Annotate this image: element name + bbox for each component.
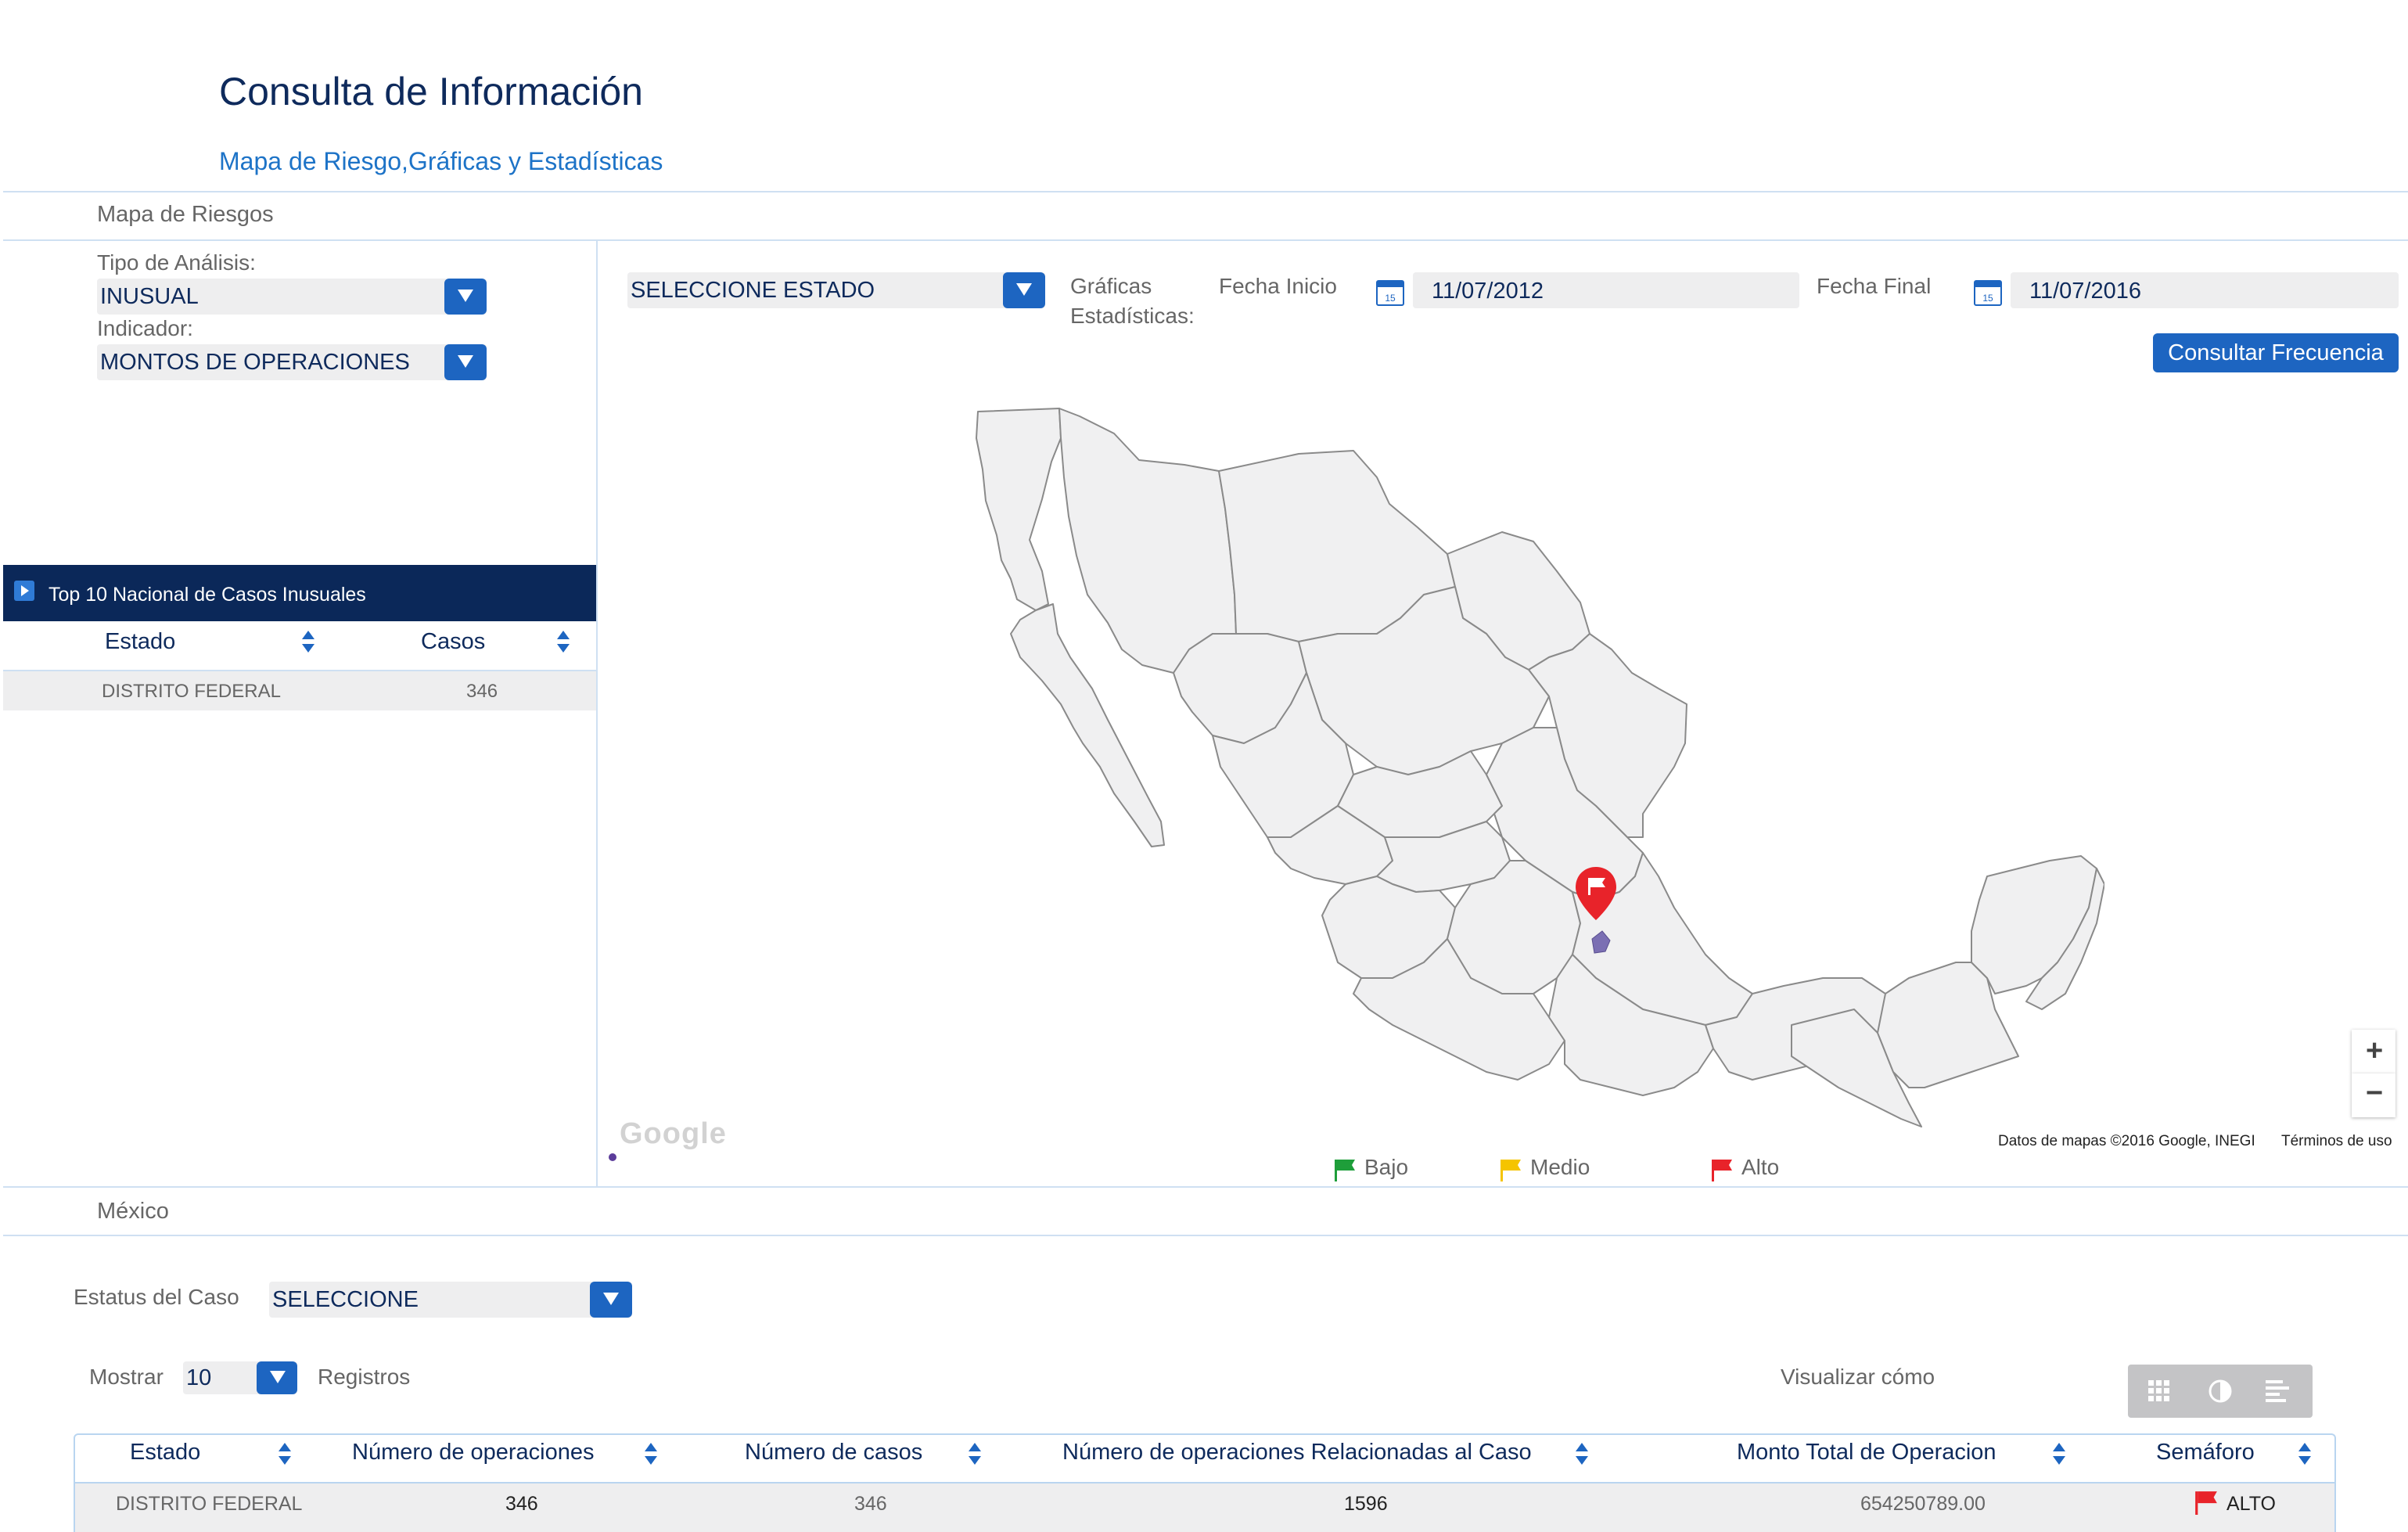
consultar-frecuencia-button[interactable]: Consultar Frecuencia [2153, 333, 2399, 372]
indicador-value: MONTOS DE OPERACIONES [100, 350, 410, 375]
fecha-final-input[interactable]: 11/07/2016 [2011, 272, 2399, 308]
col-num-ops-relacionadas[interactable]: Número de operaciones Relacionadas al Ca… [1062, 1440, 1532, 1465]
legend-bajo-label: Bajo [1364, 1155, 1409, 1179]
cell-semaforo: ALTO [2227, 1493, 2276, 1515]
chevron-down-icon[interactable] [257, 1361, 297, 1394]
view-mode-group [2128, 1365, 2313, 1418]
svg-text:15: 15 [1982, 293, 1993, 304]
estatus-caso-value: SELECCIONE [272, 1287, 419, 1312]
expand-icon[interactable] [14, 581, 34, 601]
top10-title: Top 10 Nacional de Casos Inusuales [49, 584, 366, 606]
cell-num-casos: 346 [854, 1493, 887, 1515]
graficas-label: Gráficas [1070, 274, 1152, 298]
fecha-inicio-label: Fecha Inicio [1219, 274, 1337, 298]
sort-icon[interactable] [2298, 1443, 2311, 1465]
estatus-caso-select[interactable]: SELECCIONE [269, 1282, 632, 1318]
col-num-operaciones[interactable]: Número de operaciones [352, 1440, 595, 1465]
tipo-analisis-value: INUSUAL [100, 284, 199, 309]
estatus-caso-label: Estatus del Caso [74, 1285, 239, 1309]
sort-icon[interactable] [1576, 1443, 1588, 1465]
cell-estado: DISTRITO FEDERAL [116, 1493, 303, 1515]
top10-row-casos: 346 [466, 681, 498, 702]
fecha-final-value: 11/07/2016 [2029, 279, 2141, 304]
tipo-analisis-select[interactable]: INUSUAL [97, 279, 487, 315]
indicador-label: Indicador: [97, 316, 193, 340]
section-label-mexico: México [97, 1199, 169, 1224]
sort-icon[interactable] [645, 1443, 657, 1465]
yellow-flag-icon [1501, 1160, 1521, 1181]
sort-icon[interactable] [2053, 1443, 2065, 1465]
col-num-casos[interactable]: Número de casos [745, 1440, 922, 1465]
bar-chart-icon[interactable] [2266, 1380, 2291, 1402]
estado-select-value: SELECCIONE ESTADO [631, 278, 875, 303]
cell-num-ops-relacionadas: 1596 [1344, 1493, 1388, 1515]
table-row[interactable]: DISTRITO FEDERAL 346 [3, 671, 596, 710]
terms-link[interactable]: Términos de uso [2273, 1130, 2400, 1153]
red-flag-icon [2195, 1491, 2217, 1515]
chevron-down-icon[interactable] [444, 279, 487, 315]
svg-text:15: 15 [1385, 293, 1396, 304]
map-attribution: Datos de mapas ©2016 Google, INEGI [1990, 1130, 2263, 1153]
mostrar-value: 10 [186, 1365, 212, 1390]
grid-icon[interactable] [2148, 1380, 2170, 1402]
top10-header[interactable]: Top 10 Nacional de Casos Inusuales [3, 565, 596, 621]
fecha-inicio-value: 11/07/2012 [1432, 279, 1544, 304]
mostrar-select[interactable]: 10 [183, 1361, 297, 1394]
top10-col-estado[interactable]: Estado [105, 629, 175, 655]
zoom-in-button[interactable]: + [2352, 1030, 2395, 1073]
google-logo: Google [620, 1117, 727, 1150]
map-dot-icon [609, 1153, 616, 1161]
calendar-icon[interactable]: 15 [1375, 277, 1405, 307]
top10-row-estado: DISTRITO FEDERAL [102, 681, 281, 702]
sort-icon[interactable] [969, 1443, 981, 1465]
estadisticas-label: Estadísticas: [1070, 304, 1195, 328]
plus-icon: + [2366, 1034, 2384, 1067]
mostrar-label: Mostrar [89, 1365, 164, 1389]
calendar-icon[interactable]: 15 [1973, 277, 2003, 307]
green-flag-icon [1335, 1160, 1355, 1181]
cell-num-operaciones: 346 [505, 1493, 538, 1515]
mexico-map[interactable] [954, 399, 2105, 1150]
zoom-out-button[interactable]: − [2352, 1073, 2395, 1117]
divider [3, 191, 2408, 192]
divider [3, 239, 2408, 241]
estado-select[interactable]: SELECCIONE ESTADO [627, 272, 1045, 308]
table-row[interactable] [75, 1483, 2334, 1532]
registros-label: Registros [318, 1365, 411, 1389]
minus-icon: − [2366, 1077, 2384, 1109]
col-estado[interactable]: Estado [130, 1440, 200, 1465]
legend-alto-label: Alto [1741, 1155, 1780, 1179]
cell-monto-total: 654250789.00 [1860, 1493, 1986, 1515]
visualizar-label: Visualizar cómo [1781, 1365, 1935, 1389]
page-title: Consulta de Información [219, 70, 643, 113]
page-subtitle: Mapa de Riesgo,Gráficas y Estadísticas [219, 147, 663, 175]
red-flag-icon [1712, 1160, 1732, 1181]
sort-icon[interactable] [557, 631, 570, 653]
fecha-final-label: Fecha Final [1817, 274, 1932, 298]
top10-col-casos[interactable]: Casos [421, 629, 485, 655]
pie-chart-icon[interactable] [2208, 1379, 2233, 1404]
fecha-inicio-input[interactable]: 11/07/2012 [1413, 272, 1799, 308]
col-semaforo[interactable]: Semáforo [2156, 1440, 2255, 1465]
chevron-down-icon[interactable] [444, 344, 487, 380]
sort-icon[interactable] [302, 631, 314, 653]
col-monto-total[interactable]: Monto Total de Operacion [1737, 1440, 1996, 1465]
tipo-analisis-label: Tipo de Análisis: [97, 250, 256, 275]
divider [3, 1235, 2408, 1236]
indicador-select[interactable]: MONTOS DE OPERACIONES [97, 344, 487, 380]
section-label-map: Mapa de Riesgos [97, 202, 274, 227]
panel-divider [596, 239, 598, 1186]
sort-icon[interactable] [279, 1443, 291, 1465]
chevron-down-icon[interactable] [590, 1282, 632, 1318]
chevron-down-icon[interactable] [1003, 272, 1045, 308]
legend-medio-label: Medio [1530, 1155, 1590, 1179]
divider [3, 1186, 2408, 1188]
